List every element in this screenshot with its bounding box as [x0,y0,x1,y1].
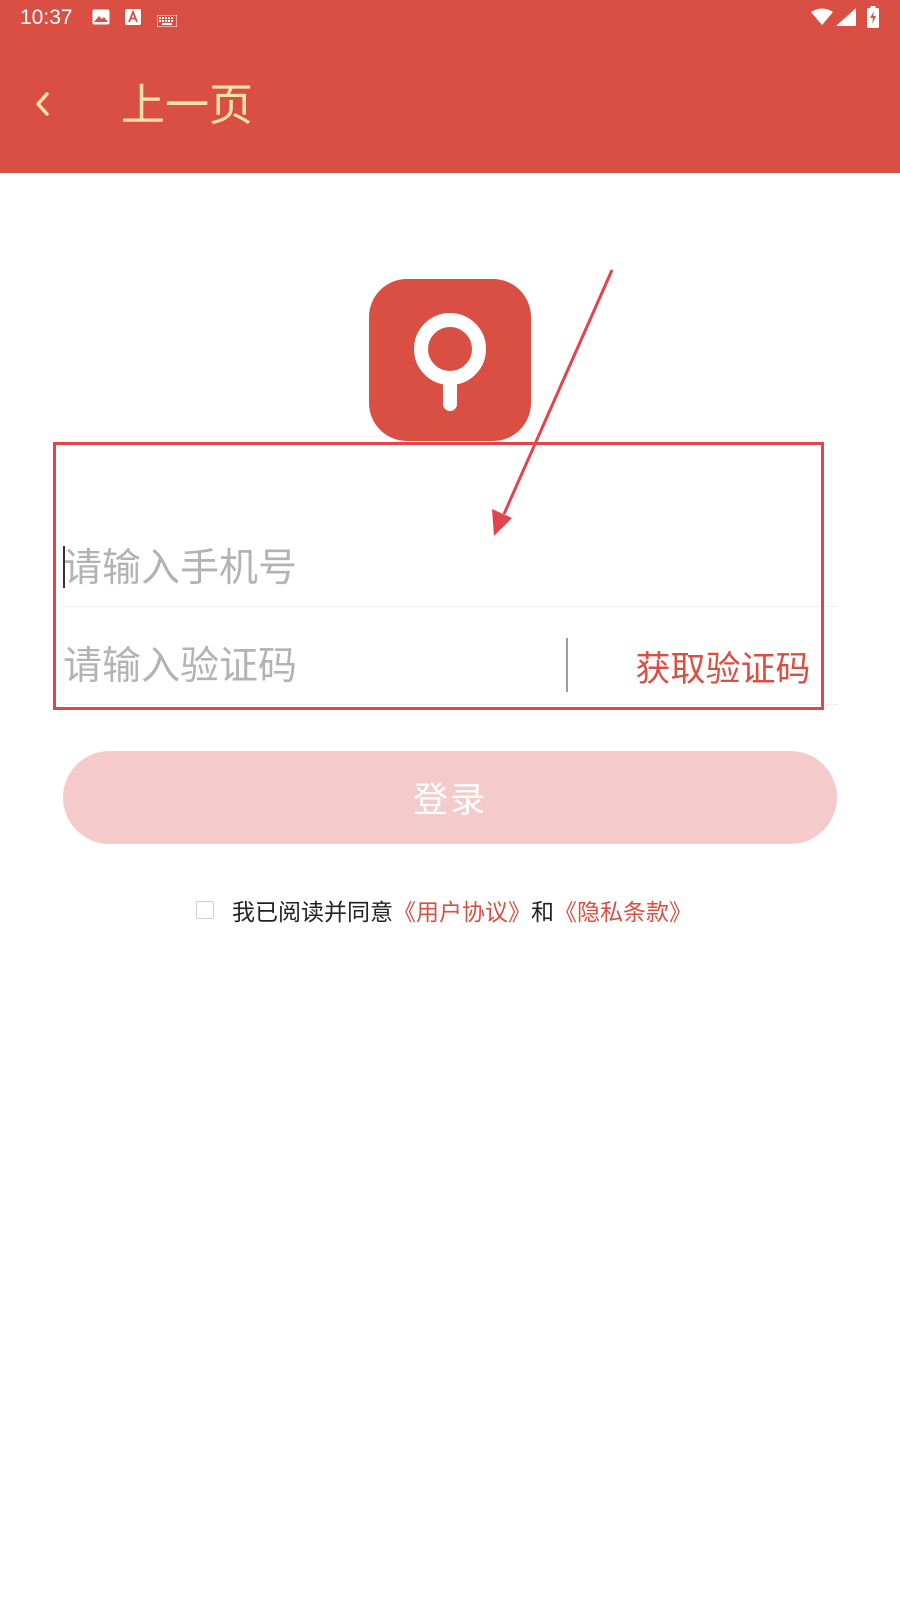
location-pin-icon [414,313,486,411]
divider [566,638,568,692]
phone-input[interactable] [63,530,838,606]
app-logo [369,279,531,441]
app-bar: 10:37 上一页 [0,0,900,173]
status-bar: 10:37 [0,0,900,36]
get-code-button[interactable]: 获取验证码 [608,628,838,704]
text-cursor [63,546,65,588]
chevron-left-icon [36,92,49,116]
keyboard-icon [156,12,178,31]
user-agreement-link[interactable]: 《用户协议》 [393,893,531,927]
agreement-checkbox[interactable] [196,901,214,919]
login-button[interactable]: 登录 [63,751,837,844]
agreement: 我已阅读并同意 《用户协议》 和 《隐私条款》 [196,890,692,930]
signal-icon [836,8,856,30]
back-button[interactable] [16,78,68,130]
code-row: 获取验证码 [63,628,838,705]
agreement-prefix: 我已阅读并同意 [232,900,393,926]
agreement-conjunction: 和 [531,900,554,926]
phone-row [63,530,838,607]
verification-code-input[interactable] [63,628,543,704]
status-time: 10:37 [20,6,73,29]
wifi-icon [811,8,833,30]
battery-charging-icon [867,6,879,32]
image-icon [92,9,110,29]
text-a-icon [125,9,141,29]
privacy-policy-link[interactable]: 《隐私条款》 [554,893,692,927]
page-title: 上一页 [121,80,253,131]
